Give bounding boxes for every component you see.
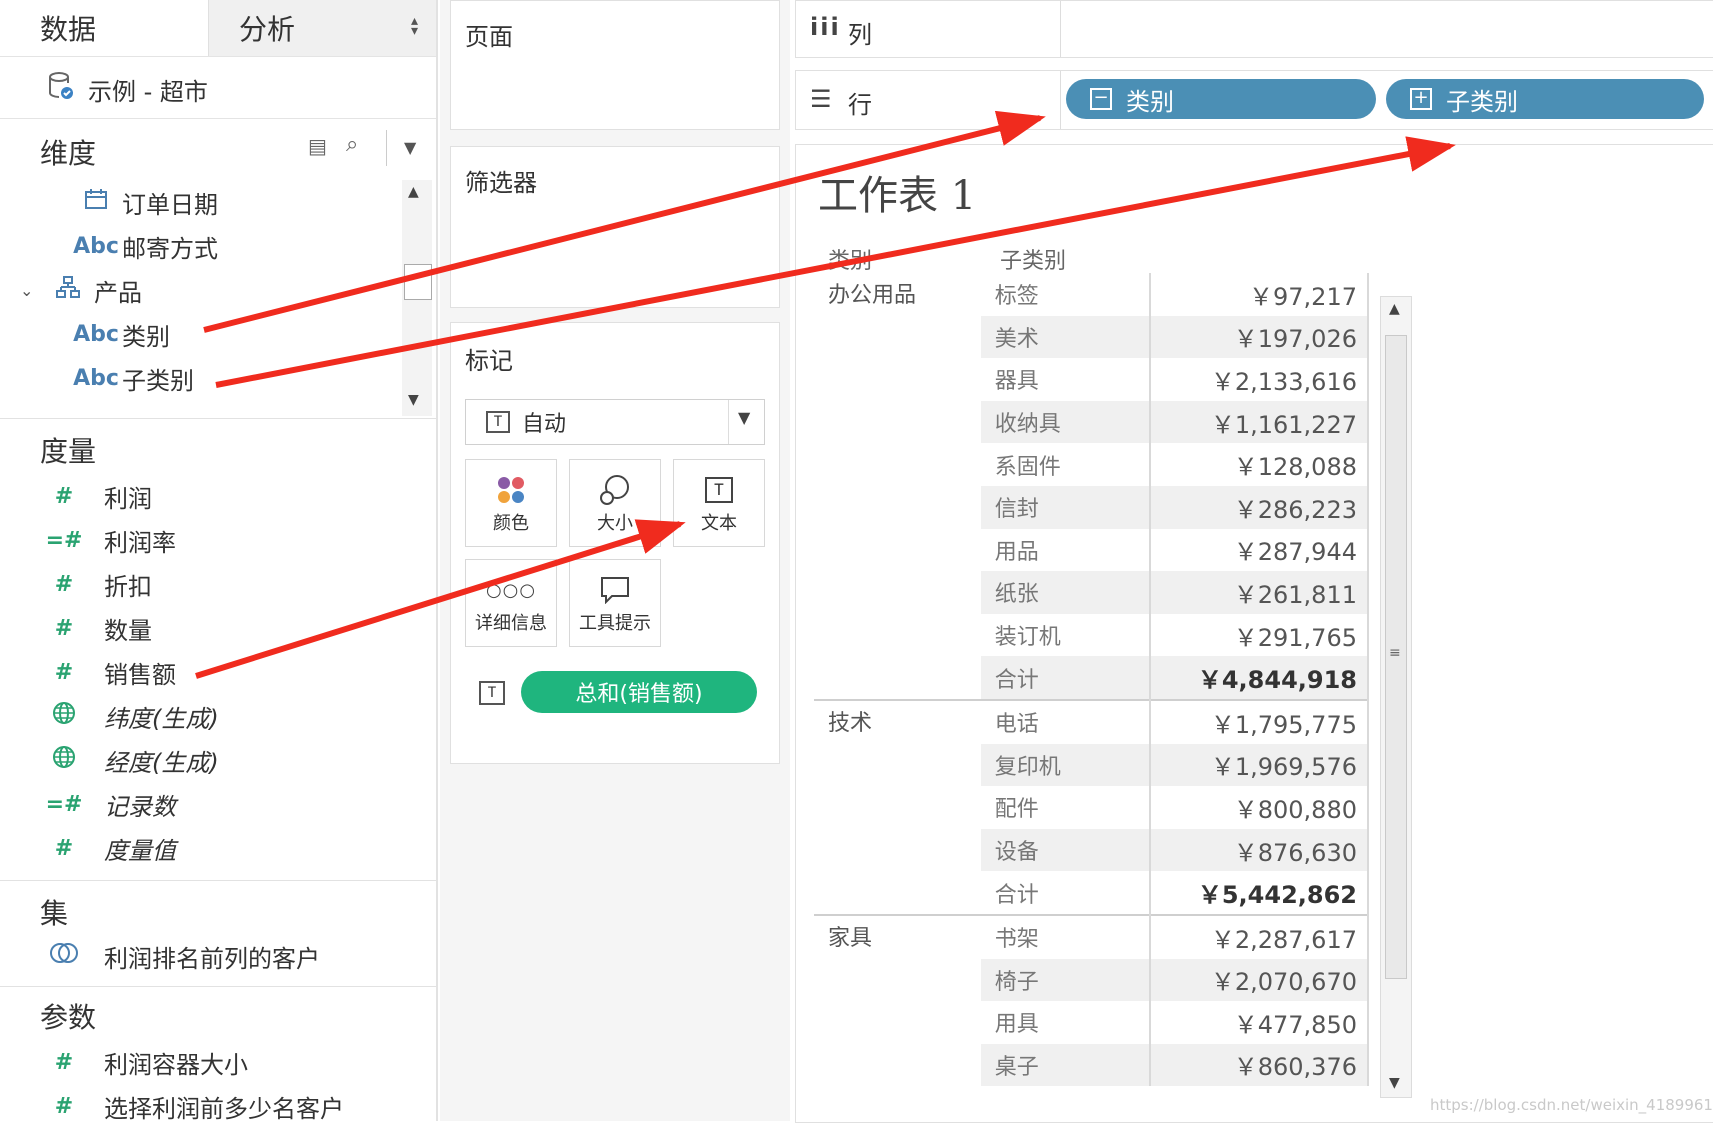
arrow-sales-to-text <box>195 519 686 679</box>
arrow-category-to-rows <box>203 110 1046 333</box>
arrow-subcategory-to-rows <box>215 136 1456 388</box>
annotation-arrows <box>195 110 1456 679</box>
